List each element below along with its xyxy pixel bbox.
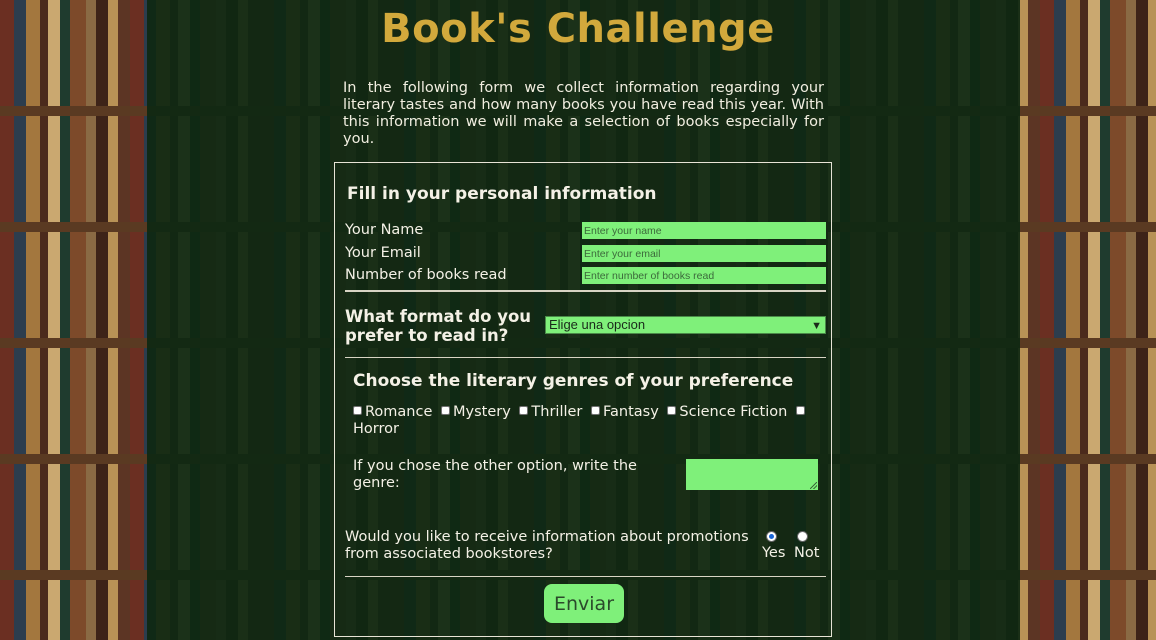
promotions-question: Would you like to receive information ab… [345,529,749,562]
email-label: Your Email [345,245,421,261]
format-select[interactable]: Elige una opcion ▼ [545,316,826,334]
page-content: Book's Challenge In the following form w… [0,0,1156,640]
resize-grip-icon[interactable] [810,482,817,489]
checkbox[interactable] [667,406,677,415]
promotions-yes-label: Yes [762,545,786,561]
genre-option-romance[interactable]: Romance [353,404,432,420]
genre-option-mystery[interactable]: Mystery [441,404,511,420]
genre-label: Fantasy [603,404,659,420]
name-label: Your Name [345,222,424,238]
format-select-value: Elige una opcion [549,317,646,332]
other-genre-label: If you chose the other option, write the… [353,458,637,491]
genre-option-thriller[interactable]: Thriller [519,404,582,420]
genre-label: Mystery [453,404,511,420]
divider [345,357,826,358]
genre-option-fantasy[interactable]: Fantasy [591,404,659,420]
genre-options: Romance Mystery Thriller Fantasy Science… [353,404,813,438]
genre-label: Thriller [531,404,583,420]
checkbox[interactable] [795,406,805,415]
genres-title: Choose the literary genres of your prefe… [353,371,794,391]
promotions-no-radio[interactable] [797,531,808,542]
email-input[interactable] [582,245,826,262]
divider [345,290,826,292]
promotions-yes-radio[interactable] [766,531,777,542]
intro-text: In the following form we collect informa… [343,80,824,147]
books-read-label: Number of books read [345,267,507,283]
genre-label: Horror [353,421,399,437]
submit-button[interactable]: Enviar [544,584,624,623]
checkbox[interactable] [353,406,362,415]
genre-label: Romance [365,404,433,420]
divider [345,576,826,577]
personal-info-title: Fill in your personal information [347,184,657,204]
books-read-input[interactable] [582,267,826,284]
checkbox[interactable] [591,406,600,415]
promotions-no-label: Not [794,545,820,561]
checkbox[interactable] [519,406,529,415]
chevron-down-icon: ▼ [811,320,822,332]
checkbox[interactable] [441,406,450,415]
page-title: Book's Challenge [381,6,775,52]
other-genre-textarea[interactable] [686,459,818,490]
format-label: What format do you prefer to read in? [345,307,532,345]
challenge-form: Fill in your personal information Your N… [334,162,832,637]
genre-label: Science Fiction [679,404,788,420]
genre-option-science-fiction[interactable]: Science Fiction [667,404,787,420]
name-input[interactable] [582,222,826,239]
